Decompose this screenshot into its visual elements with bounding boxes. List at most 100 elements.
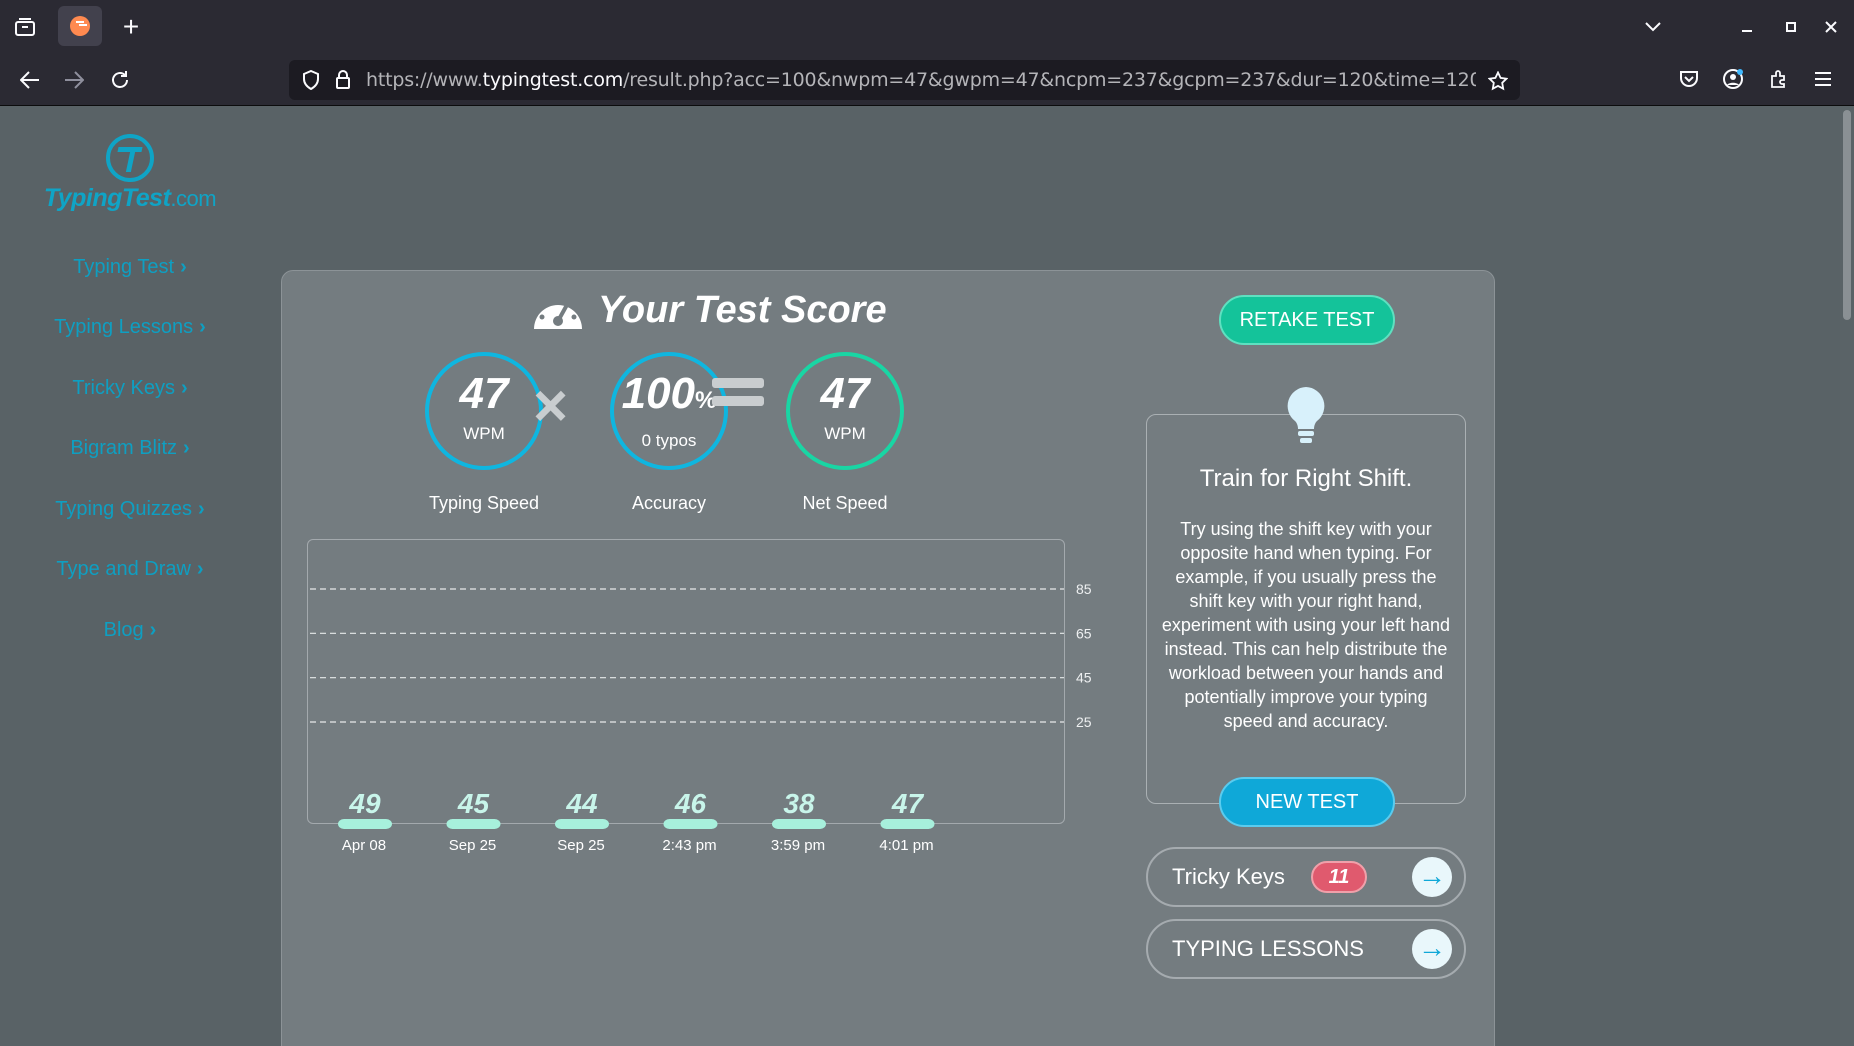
nav-item-bigram-blitz[interactable]: Bigram Blitz › bbox=[30, 437, 230, 460]
typo-count: 0 typos bbox=[641, 431, 697, 450]
tip-box: Train for Right Shift. Try using the shi… bbox=[1146, 387, 1466, 804]
nav-item-blog[interactable]: Blog › bbox=[30, 619, 230, 642]
equals-icon bbox=[710, 361, 766, 430]
chevron-right-icon: › bbox=[183, 437, 190, 459]
lock-icon[interactable] bbox=[333, 70, 353, 90]
nav-item-label: Bigram Blitz bbox=[70, 437, 178, 459]
new-tab-icon[interactable]: + bbox=[118, 11, 144, 42]
logo-icon bbox=[106, 134, 154, 182]
results-card: Your Test Score 47 WPM Typing Speed × 10… bbox=[281, 270, 1495, 1046]
accuracy-label: Accuracy bbox=[631, 493, 707, 513]
arrow-right-icon[interactable]: → bbox=[1412, 929, 1452, 969]
multiply-icon: × bbox=[533, 372, 569, 439]
tracking-shield-icon[interactable] bbox=[301, 70, 321, 90]
browser-tab[interactable] bbox=[58, 6, 102, 46]
chart-x-tick-label: Sep 25 bbox=[448, 837, 497, 854]
lightbulb-icon bbox=[1287, 387, 1325, 443]
chevron-right-icon: › bbox=[198, 498, 205, 520]
chart-value-label: 38 bbox=[783, 788, 815, 819]
chevron-right-icon: › bbox=[180, 256, 187, 278]
chart-y-tick-label: 45 bbox=[1076, 670, 1092, 686]
typing-speed-label: Typing Speed bbox=[428, 493, 540, 513]
bookmark-star-icon[interactable] bbox=[1487, 70, 1509, 92]
page-content: TypingTest.com Typing Test › Typing Lesso… bbox=[0, 106, 1854, 1046]
chart-bar[interactable] bbox=[555, 819, 609, 829]
chart-value-label: 44 bbox=[565, 788, 598, 819]
maximize-window-icon[interactable] bbox=[1780, 14, 1802, 40]
nav-item-typing-test[interactable]: Typing Test › bbox=[30, 256, 230, 279]
typing-speed-unit: WPM bbox=[463, 424, 505, 443]
url-text[interactable]: https://www.typingtest.com/result.php?ac… bbox=[366, 60, 1476, 100]
pocket-icon[interactable] bbox=[1676, 66, 1702, 92]
forward-arrow-icon[interactable] bbox=[60, 66, 88, 94]
chart-bar[interactable] bbox=[338, 819, 392, 829]
back-arrow-icon[interactable] bbox=[16, 66, 44, 94]
extensions-icon[interactable] bbox=[1766, 66, 1792, 92]
chart-y-tick-label: 65 bbox=[1076, 625, 1092, 641]
speedometer-icon bbox=[534, 296, 582, 329]
browser-nav-bar: https://www.typingtest.com/result.php?ac… bbox=[0, 52, 1854, 106]
typing-speed-circle: 47 WPM bbox=[425, 352, 543, 470]
minimize-window-icon[interactable] bbox=[1736, 14, 1758, 40]
typing-lessons-label: TYPING LESSONS bbox=[1172, 936, 1364, 961]
chart-bar[interactable] bbox=[772, 819, 826, 829]
logo-text: TypingTest.com bbox=[43, 184, 217, 212]
history-chart: 25 45 65 85 49 45 44 46 38 47 bbox=[307, 539, 1092, 829]
chart-x-tick-label: 4:01 pm bbox=[879, 837, 934, 854]
chart-value-label: 47 bbox=[891, 788, 925, 819]
chart-value-label: 45 bbox=[457, 788, 490, 819]
net-speed-label: Net Speed bbox=[802, 493, 888, 513]
net-speed-value: 47 bbox=[820, 369, 870, 418]
reload-icon[interactable] bbox=[106, 66, 134, 94]
chart-bar[interactable] bbox=[663, 819, 718, 829]
arrow-right-icon[interactable]: → bbox=[1412, 857, 1452, 897]
chevron-right-icon: › bbox=[199, 316, 206, 338]
tip-body: Try using the shift key with your opposi… bbox=[1161, 519, 1451, 731]
address-bar[interactable]: https://www.typingtest.com/result.php?ac… bbox=[289, 60, 1520, 100]
chevron-right-icon: › bbox=[149, 619, 157, 641]
chart-y-tick-label: 25 bbox=[1076, 714, 1092, 730]
chart-x-tick-label: Sep 25 bbox=[557, 837, 605, 854]
typing-lessons-link[interactable]: TYPING LESSONS → bbox=[1146, 919, 1466, 979]
accuracy-value: 100% bbox=[621, 369, 717, 418]
tab-list-icon[interactable] bbox=[10, 14, 40, 40]
nav-item-label: Typing Test bbox=[73, 256, 175, 278]
site-logo[interactable]: TypingTest.com bbox=[40, 134, 220, 213]
chart-bar[interactable] bbox=[880, 819, 935, 829]
browser-tab-bar: + bbox=[0, 0, 1854, 52]
nav-item-type-and-draw[interactable]: Type and Draw › bbox=[30, 558, 230, 581]
history-chart-svg: 25 45 65 85 49 45 44 46 38 47 bbox=[310, 581, 1092, 829]
net-speed-unit: WPM bbox=[824, 424, 866, 443]
tricky-keys-link[interactable]: Tricky Keys 11 → bbox=[1146, 847, 1466, 907]
site-favicon-icon bbox=[70, 16, 90, 36]
chevron-right-icon: › bbox=[196, 558, 204, 580]
nav-item-typing-lessons[interactable]: Typing Lessons › bbox=[30, 316, 230, 339]
chart-bar[interactable] bbox=[446, 819, 501, 829]
retake-test-button[interactable]: RETAKE TEST bbox=[1219, 295, 1395, 345]
chart-value-label: 49 bbox=[348, 788, 381, 819]
nav-item-typing-quizzes[interactable]: Typing Quizzes › bbox=[30, 498, 230, 521]
nav-item-label: Tricky Keys bbox=[72, 377, 175, 399]
close-window-icon[interactable] bbox=[1820, 14, 1842, 40]
chevron-right-icon: › bbox=[180, 377, 188, 399]
app-menu-icon[interactable] bbox=[1810, 66, 1836, 92]
chart-x-tick-label: 2:43 pm bbox=[662, 837, 717, 854]
nav-item-tricky-keys[interactable]: Tricky Keys › bbox=[30, 377, 230, 400]
chart-x-tick-label: 3:59 pm bbox=[770, 837, 826, 854]
tab-overflow-chevron-icon[interactable] bbox=[1640, 14, 1666, 40]
tip-title: Train for Right Shift. bbox=[1199, 465, 1413, 492]
tricky-keys-count-badge: 11 bbox=[1311, 861, 1367, 893]
tricky-keys-label: Tricky Keys bbox=[1172, 864, 1285, 889]
scrollbar-thumb[interactable] bbox=[1843, 110, 1851, 320]
new-test-button[interactable]: NEW TEST bbox=[1219, 777, 1395, 827]
chart-y-tick-label: 85 bbox=[1076, 581, 1092, 597]
net-speed-circle: 47 WPM bbox=[786, 352, 904, 470]
score-heading: Your Test Score bbox=[530, 287, 887, 333]
nav-item-label: Blog bbox=[103, 619, 144, 641]
nav-item-label: Typing Quizzes bbox=[55, 498, 193, 520]
typing-speed-value: 47 bbox=[459, 369, 509, 418]
nav-item-label: Type and Draw bbox=[56, 558, 191, 580]
page-scrollbar[interactable] bbox=[1840, 106, 1854, 1046]
account-icon[interactable] bbox=[1720, 66, 1746, 92]
nav-item-label: Typing Lessons bbox=[54, 316, 194, 338]
